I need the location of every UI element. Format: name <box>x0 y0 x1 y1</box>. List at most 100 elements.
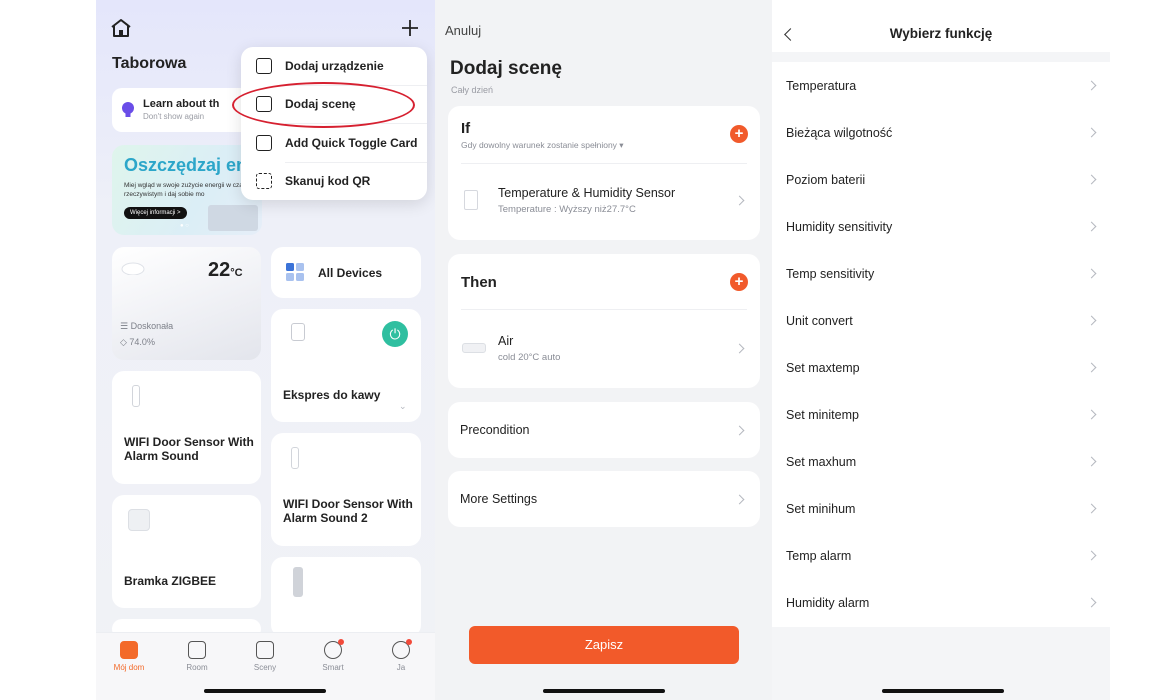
then-device-action: cold 20°C auto <box>498 352 561 363</box>
banner-pager-dots: ● ○ <box>180 223 189 229</box>
function-item[interactable]: Set maxhum <box>772 438 1110 485</box>
precondition-row[interactable]: Precondition <box>448 402 760 458</box>
if-mode-label: Gdy dowolny warunek zostanie spełniony <box>461 140 617 150</box>
device-name: WIFI Door Sensor With Alarm Sound 2 <box>283 497 413 525</box>
switch-icon <box>293 567 303 597</box>
home-icon[interactable] <box>110 18 132 38</box>
function-label: Temperatura <box>786 79 857 93</box>
humidity-value: 74.0% <box>129 337 155 347</box>
tab-room[interactable]: Room <box>172 641 222 672</box>
function-item[interactable]: Set minihum <box>772 485 1110 532</box>
sensor-icon <box>132 385 140 407</box>
device-name: WIFI Door Sensor With Alarm Sound <box>124 435 254 463</box>
tab-scenes[interactable]: Sceny <box>240 641 290 672</box>
function-label: Temp sensitivity <box>786 267 875 281</box>
banner-more-button[interactable]: Więcej informacji > <box>124 207 187 219</box>
menu-item-label: Skanuj kod QR <box>285 174 371 188</box>
thermometer-icon <box>464 190 478 210</box>
device-card-partial[interactable] <box>271 557 421 637</box>
function-item[interactable]: Bieżąca wilgotność <box>772 109 1110 156</box>
if-condition-mode[interactable]: Gdy dowolny warunek zostanie spełniony ▾ <box>461 140 624 151</box>
banner-title: Oszczędzaj en <box>124 155 248 175</box>
learn-dismiss[interactable]: Don't show again <box>143 112 204 121</box>
divider <box>461 163 747 164</box>
banner-illustration <box>208 205 258 231</box>
function-item[interactable]: Humidity sensitivity <box>772 203 1110 250</box>
function-label: Set minitemp <box>786 408 859 422</box>
smart-tab-icon <box>324 639 344 659</box>
tab-me[interactable]: Ja <box>376 639 426 672</box>
device-card-door-sensor-2[interactable]: WIFI Door Sensor With Alarm Sound 2 <box>271 433 421 546</box>
plus-icon[interactable] <box>399 17 421 39</box>
function-list: Temperatura Bieżąca wilgotność Poziom ba… <box>772 62 1110 627</box>
home-name[interactable]: Taborowa <box>112 55 186 73</box>
chevron-right-icon <box>1086 409 1097 420</box>
plug-icon <box>291 323 305 341</box>
chevron-right-icon <box>1086 503 1097 514</box>
function-item[interactable]: Unit convert <box>772 297 1110 344</box>
add-scene-screen: Anuluj Dodaj scenę Cały dzień If Gdy dow… <box>435 0 772 700</box>
if-device-name[interactable]: Temperature & Humidity Sensor <box>498 186 675 200</box>
room-tab-icon <box>188 641 206 659</box>
profile-tab-icon <box>392 639 412 659</box>
air-conditioner-icon <box>462 343 486 353</box>
bulb-icon <box>122 102 134 117</box>
chevron-right-icon <box>1086 597 1097 608</box>
function-label: Set minihum <box>786 502 856 516</box>
chevron-down-icon[interactable]: ⌄ <box>399 401 407 412</box>
chevron-right-icon <box>1086 268 1097 279</box>
sensor-icon <box>291 447 299 469</box>
highlight-ellipse <box>232 82 415 128</box>
device-card-coffee[interactable]: ⏻ Ekspres do kawy ⌄ <box>271 309 421 422</box>
more-settings-label: More Settings <box>460 492 538 506</box>
menu-item-scan-qr[interactable]: Skanuj kod QR <box>241 162 427 200</box>
function-item[interactable]: Poziom baterii <box>772 156 1110 203</box>
device-card-gateway[interactable]: Bramka ZIGBEE <box>112 495 261 608</box>
tab-smart[interactable]: Smart <box>308 639 358 672</box>
page-title: Dodaj scenę <box>450 58 562 79</box>
function-item[interactable]: Temp alarm <box>772 532 1110 579</box>
chevron-right-icon <box>1086 315 1097 326</box>
chevron-right-icon <box>734 343 745 354</box>
divider <box>461 309 747 310</box>
power-icon[interactable]: ⏻ <box>382 321 408 347</box>
tab-label: Sceny <box>253 663 277 672</box>
save-button[interactable]: Zapisz <box>469 626 739 664</box>
tab-my-home[interactable]: Mój dom <box>104 641 154 672</box>
if-title: If <box>461 120 471 137</box>
chevron-right-icon <box>1086 174 1097 185</box>
weather-temp-unit: °C <box>230 267 243 279</box>
more-settings-row[interactable]: More Settings <box>448 471 760 527</box>
notification-dot <box>406 639 412 645</box>
device-card-door-sensor[interactable]: WIFI Door Sensor With Alarm Sound <box>112 371 261 484</box>
tab-label: Smart <box>322 663 344 672</box>
cancel-button[interactable]: Anuluj <box>445 23 481 38</box>
function-item[interactable]: Set maxtemp <box>772 344 1110 391</box>
add-action-button[interactable]: + <box>730 273 748 291</box>
function-item[interactable]: Temp sensitivity <box>772 250 1110 297</box>
energy-banner[interactable]: Oszczędzaj en Miej wgląd w swoje zużycie… <box>112 145 262 235</box>
all-devices-card[interactable]: All Devices <box>271 247 421 298</box>
scan-icon <box>256 173 272 189</box>
weather-temp: 22°C <box>208 259 243 282</box>
function-label: Temp alarm <box>786 549 852 563</box>
page-subtitle[interactable]: Cały dzień <box>451 85 493 95</box>
chevron-right-icon <box>1086 550 1097 561</box>
learn-title: Learn about th <box>143 98 220 110</box>
then-device-name[interactable]: Air <box>498 334 513 348</box>
menu-item-add-card[interactable]: Add Quick Toggle Card <box>241 124 427 162</box>
function-label: Humidity alarm <box>786 596 870 610</box>
notification-dot <box>338 639 344 645</box>
weather-card[interactable]: 22°C ☰ Doskonała ◇ 74.0% <box>112 247 261 360</box>
add-condition-button[interactable]: + <box>730 125 748 143</box>
function-label: Humidity sensitivity <box>786 220 893 234</box>
function-item[interactable]: Temperatura <box>772 62 1110 109</box>
menu-item-add-device[interactable]: Dodaj urządzenie <box>241 47 427 85</box>
tab-label: Mój dom <box>113 663 145 672</box>
menu-item-label: Add Quick Toggle Card <box>285 136 418 150</box>
menu-item-label: Dodaj urządzenie <box>285 59 384 73</box>
function-item[interactable]: Humidity alarm <box>772 579 1110 626</box>
function-item[interactable]: Set minitemp <box>772 391 1110 438</box>
chevron-right-icon <box>1086 362 1097 373</box>
cloud-icon <box>121 262 145 275</box>
